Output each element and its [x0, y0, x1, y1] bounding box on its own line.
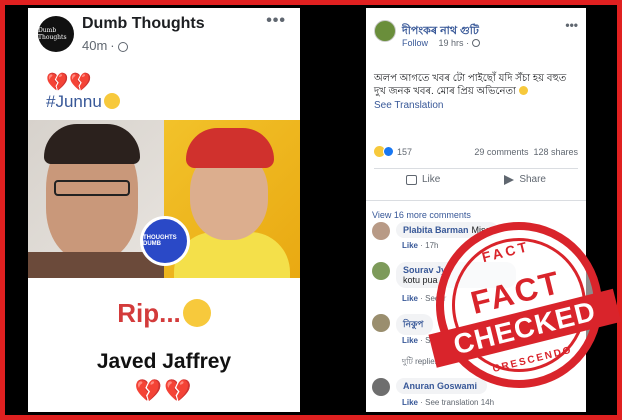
dumb-thoughts-logo: THOUGHTS DUMB — [140, 216, 190, 266]
globe-icon — [117, 41, 128, 52]
post-actions: Like Share — [374, 174, 578, 185]
share-arrow-icon — [504, 174, 515, 185]
comment-like-link[interactable]: Like — [402, 398, 418, 407]
reactions-summary[interactable]: 157 — [374, 146, 412, 157]
red-hat-shape — [186, 128, 274, 168]
reaction-count: 157 — [397, 146, 413, 157]
commenter-name[interactable]: নিকুপ — [403, 319, 423, 329]
post-text: অলপ আগতে খবৰ টো পাইছোঁ যদি সঁচা হয় বহুত… — [374, 73, 567, 97]
sad-face-emoji — [103, 93, 120, 109]
comment-like-link[interactable]: Like — [402, 241, 418, 250]
globe-icon — [471, 39, 480, 47]
like-reaction-icon — [383, 146, 394, 157]
post-image[interactable]: THOUGHTS DUMB — [28, 120, 300, 278]
broken-hearts-emoji: 💔💔 — [46, 72, 93, 92]
shares-count[interactable]: 128 shares — [533, 147, 578, 157]
left-facebook-post: Dumb Thoughts Dumb Thoughts 40m · ••• 💔💔… — [28, 8, 300, 412]
share-button[interactable]: Share — [504, 174, 546, 185]
thumbs-up-icon — [405, 174, 417, 185]
avatar-text: Dumb Thoughts — [38, 27, 67, 41]
more-options-button[interactable]: ••• — [565, 18, 578, 32]
page-name[interactable]: Dumb Thoughts — [82, 15, 205, 33]
replies-link[interactable]: দুটি replies — [402, 356, 439, 369]
commenter-avatar[interactable] — [372, 262, 390, 280]
hashtag-link[interactable]: #Junnu — [46, 92, 102, 111]
post-meta: 40m · — [82, 38, 128, 53]
view-more-comments-link[interactable]: View 16 more comments — [372, 210, 471, 220]
see-translation-link[interactable]: See Translation — [374, 100, 444, 111]
hashtag-line: #Junnu — [46, 92, 120, 112]
page-avatar[interactable]: Dumb Thoughts — [38, 16, 74, 52]
post-stats: 157 29 comments 128 shares — [374, 146, 578, 157]
commenter-avatar[interactable] — [372, 222, 390, 240]
post-header: Dumb Thoughts Dumb Thoughts 40m · ••• — [28, 8, 300, 60]
follow-link[interactable]: Follow — [402, 38, 428, 48]
comments-count[interactable]: 29 comments — [474, 147, 528, 157]
post-time[interactable]: 40m — [82, 38, 107, 53]
rip-text: Rip... — [28, 298, 300, 329]
comment-like-link[interactable]: Like — [402, 336, 418, 345]
commenter-avatar[interactable] — [372, 378, 390, 396]
comment-bubble: নিকুপ — [396, 314, 434, 335]
post-meta: Follow 19 hrs · — [402, 38, 480, 48]
comment-like-link[interactable]: Like — [402, 294, 418, 303]
post-time[interactable]: 19 hrs — [439, 38, 464, 48]
like-button[interactable]: Like — [405, 174, 440, 185]
sad-face-emoji — [518, 86, 528, 95]
person-name: Javed Jaffrey — [96, 350, 232, 373]
glasses-shape — [54, 180, 130, 196]
bottom-broken-hearts: 💔💔 — [134, 378, 194, 403]
divider — [366, 200, 586, 201]
more-options-button[interactable]: ••• — [266, 12, 286, 30]
divider — [374, 168, 578, 169]
author-avatar[interactable] — [374, 20, 396, 42]
commenter-avatar[interactable] — [372, 314, 390, 332]
crying-face-emoji — [182, 299, 211, 327]
